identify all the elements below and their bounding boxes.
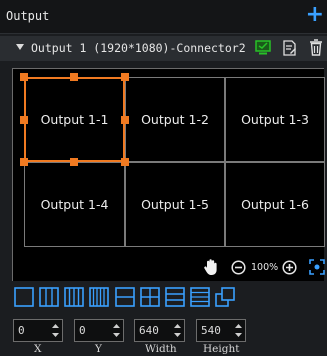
output-cell[interactable]: Output 1-1 [24, 77, 125, 162]
y-label: Y [95, 343, 102, 355]
resize-handle[interactable] [70, 158, 78, 166]
width-label: Width [145, 343, 177, 355]
stepper-arrows-icon[interactable] [51, 321, 60, 340]
x-label: X [34, 343, 42, 355]
collapse-triangle-icon[interactable] [16, 44, 24, 50]
layout-single-icon[interactable] [14, 287, 34, 307]
monitor-icon[interactable] [255, 40, 271, 56]
zoom-in-icon[interactable] [282, 260, 297, 275]
output-cell[interactable]: Output 1-6 [225, 162, 325, 247]
y-field[interactable]: 0 [74, 319, 124, 342]
resize-handle[interactable] [121, 116, 129, 124]
layout-2-rows-icon[interactable] [115, 287, 135, 307]
edit-icon[interactable] [283, 40, 297, 56]
resize-handle[interactable] [20, 158, 28, 166]
stepper-arrows-icon[interactable] [112, 321, 121, 340]
output-cell[interactable]: Output 1-2 [125, 77, 225, 162]
fit-to-screen-icon[interactable] [309, 259, 325, 275]
resize-handle[interactable] [20, 73, 28, 81]
output-cell[interactable]: Output 1-5 [125, 162, 225, 247]
x-field[interactable]: 0 [13, 319, 63, 342]
resize-handle[interactable] [121, 73, 129, 81]
zoom-out-icon[interactable] [231, 260, 246, 275]
height-field[interactable]: 540 [196, 319, 246, 342]
layout-3-rows-icon[interactable] [165, 287, 185, 307]
panel-title: Output [6, 9, 50, 23]
stepper-arrows-icon[interactable] [234, 321, 243, 340]
hand-pan-icon[interactable] [203, 258, 219, 276]
layout-4-rows-icon[interactable] [190, 287, 210, 307]
output-row[interactable]: Output 1 (1920*1080)-Connector2 [0, 36, 327, 61]
zoom-level: 100% [251, 262, 279, 273]
resize-handle[interactable] [121, 158, 129, 166]
layout-4-columns-icon[interactable] [89, 287, 109, 307]
layout-2x2-grid-icon[interactable] [140, 287, 160, 307]
output-label: Output 1 (1920*1080)-Connector2 [31, 41, 246, 55]
output-cell[interactable]: Output 1-4 [24, 162, 125, 247]
output-cell[interactable]: Output 1-3 [225, 77, 325, 162]
delete-icon[interactable] [309, 39, 323, 56]
stepper-arrows-icon[interactable] [173, 321, 182, 340]
add-output-button[interactable]: + [306, 4, 324, 26]
resize-handle[interactable] [20, 116, 28, 124]
resize-handle[interactable] [70, 73, 78, 81]
layout-2-columns-icon[interactable] [39, 287, 59, 307]
height-label: Height [203, 343, 240, 355]
layout-overlap-icon[interactable] [215, 287, 235, 307]
layout-3-columns-icon[interactable] [64, 287, 84, 307]
width-field[interactable]: 640 [134, 319, 185, 342]
